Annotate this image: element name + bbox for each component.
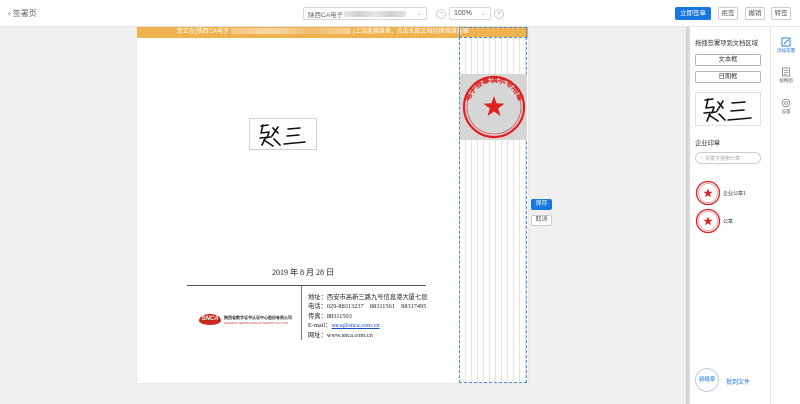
drag-hint: 拖拽签署项到文档区域 bbox=[695, 38, 758, 47]
batch-file-link[interactable]: 批到文件 bbox=[726, 377, 750, 386]
seal-search-placeholder: 关键字搜索印章 bbox=[705, 155, 740, 162]
signature-handwriting bbox=[696, 93, 762, 127]
reject-button[interactable]: 拒签 bbox=[718, 7, 738, 20]
date-field-button[interactable]: 日期框 bbox=[695, 71, 761, 83]
redacted-text bbox=[231, 28, 351, 34]
zoom-select[interactable]: 100% ⌄ bbox=[449, 7, 491, 20]
riding-seal-placement[interactable]: 电子签章演示专用章 bbox=[460, 74, 527, 140]
back-button[interactable]: ‹ 签署页 bbox=[8, 8, 37, 19]
fax-line: 传真：88311503 bbox=[308, 312, 428, 321]
document-canvas: 您正在[陕西CA电子]上加盖骑缝章，点击头部文档切换骑缝盖章 張三 2019 年… bbox=[0, 27, 686, 404]
save-seal-button[interactable]: 保存 bbox=[531, 199, 552, 210]
banner-suffix: ]上加盖骑缝章，点击头部文档切换骑缝盖章 bbox=[353, 29, 469, 35]
chevron-down-icon: ⌄ bbox=[481, 10, 486, 17]
official-seal-image: 电子签章演示专用章 bbox=[460, 74, 527, 140]
contact-info: 地址：西安市高新三路九号信息港大厦七层 电话：029-88313237 8831… bbox=[308, 293, 428, 340]
seal-thumbnail-icon bbox=[695, 180, 721, 206]
back-label: 签署页 bbox=[13, 8, 37, 19]
email-label: E-mail： bbox=[308, 322, 331, 329]
riding-seal-strip-top bbox=[459, 27, 527, 37]
email-line: E-mail：snca@snca.com.cn bbox=[308, 321, 428, 330]
seal-thumbnail-icon bbox=[695, 208, 721, 234]
footer-rule bbox=[187, 285, 426, 286]
sign-items-panel: 拖拽签署项到文档区域 文本框 日期框 張三 企业印章 ○ 关键字搜索印章 企业公… bbox=[690, 27, 770, 404]
placed-signature[interactable] bbox=[249, 118, 317, 150]
chevron-down-icon: ⌄ bbox=[417, 10, 422, 17]
snca-logo: SNCA bbox=[199, 314, 221, 325]
document-date: 2019 年 8 月 28 日 bbox=[272, 267, 334, 278]
seal-item[interactable]: 企业公章1 bbox=[695, 180, 746, 206]
seal-name: 企业公章1 bbox=[723, 190, 746, 197]
document-select[interactable]: 陕西CA电子 ⌄ bbox=[303, 7, 427, 20]
rail-label: 设置 bbox=[782, 109, 791, 115]
top-bar: ‹ 签署页 陕西CA电子 ⌄ − 100% ⌄ + 立即签章 拒签 撤销 转签 bbox=[0, 0, 800, 27]
sign-now-button[interactable]: 立即签章 bbox=[675, 7, 711, 20]
signature-handwriting bbox=[250, 119, 318, 151]
rail-label: 缩略图 bbox=[779, 78, 793, 84]
zoom-controls: − 100% ⌄ + bbox=[436, 7, 504, 20]
rail-settings[interactable]: 设置 bbox=[771, 98, 800, 115]
banner-prefix: 您正在[陕西CA电子 bbox=[177, 29, 229, 35]
riding-seal-button[interactable]: 骑缝章 bbox=[695, 368, 719, 392]
gear-icon bbox=[781, 98, 791, 108]
transfer-button[interactable]: 转签 bbox=[771, 7, 791, 20]
email-link[interactable]: snca@snca.com.cn bbox=[331, 322, 379, 329]
rail-label: 添加签署 bbox=[777, 48, 795, 54]
revoke-button[interactable]: 撤销 bbox=[745, 7, 765, 20]
zoom-out-icon[interactable]: − bbox=[436, 9, 446, 19]
cancel-seal-button[interactable]: 取消 bbox=[531, 215, 552, 226]
company-name-en: SHAANXI CERTIFICATE AUTHORITY CO.,LTD bbox=[224, 321, 292, 325]
right-rail: 添加签署 缩略图 设置 bbox=[770, 27, 800, 404]
thumbnail-icon bbox=[781, 67, 791, 77]
enterprise-seal-title: 企业印章 bbox=[695, 138, 720, 147]
website-line: 网址：www.snca.com.cn bbox=[308, 331, 428, 340]
seal-item[interactable]: 公章 bbox=[695, 208, 733, 234]
snca-logo-block: SNCA 陕西省数字证书认证中心股份有限公司 SHAANXI CERTIFICA… bbox=[199, 314, 292, 325]
personal-signature-item[interactable]: 張三 bbox=[695, 92, 761, 126]
document-select-value: 陕西CA电子 bbox=[308, 9, 343, 19]
footer-vertical-rule bbox=[301, 286, 302, 340]
rail-add-sign[interactable]: 添加签署 bbox=[771, 37, 800, 54]
rail-thumbnails[interactable]: 缩略图 bbox=[771, 67, 800, 84]
search-icon: ○ bbox=[700, 155, 703, 161]
seal-name: 公章 bbox=[723, 218, 733, 225]
edit-icon bbox=[781, 37, 791, 47]
seal-search-input[interactable]: ○ 关键字搜索印章 bbox=[695, 152, 761, 164]
zoom-value: 100% bbox=[454, 10, 472, 17]
text-field-button[interactable]: 文本框 bbox=[695, 54, 761, 66]
zoom-in-icon[interactable]: + bbox=[494, 9, 504, 19]
redacted-text bbox=[344, 11, 406, 17]
phone-line: 电话：029-88313237 88311561 88317495 bbox=[308, 302, 428, 311]
address-line: 地址：西安市高新三路九号信息港大厦七层 bbox=[308, 293, 428, 302]
chevron-left-icon: ‹ bbox=[8, 9, 11, 18]
